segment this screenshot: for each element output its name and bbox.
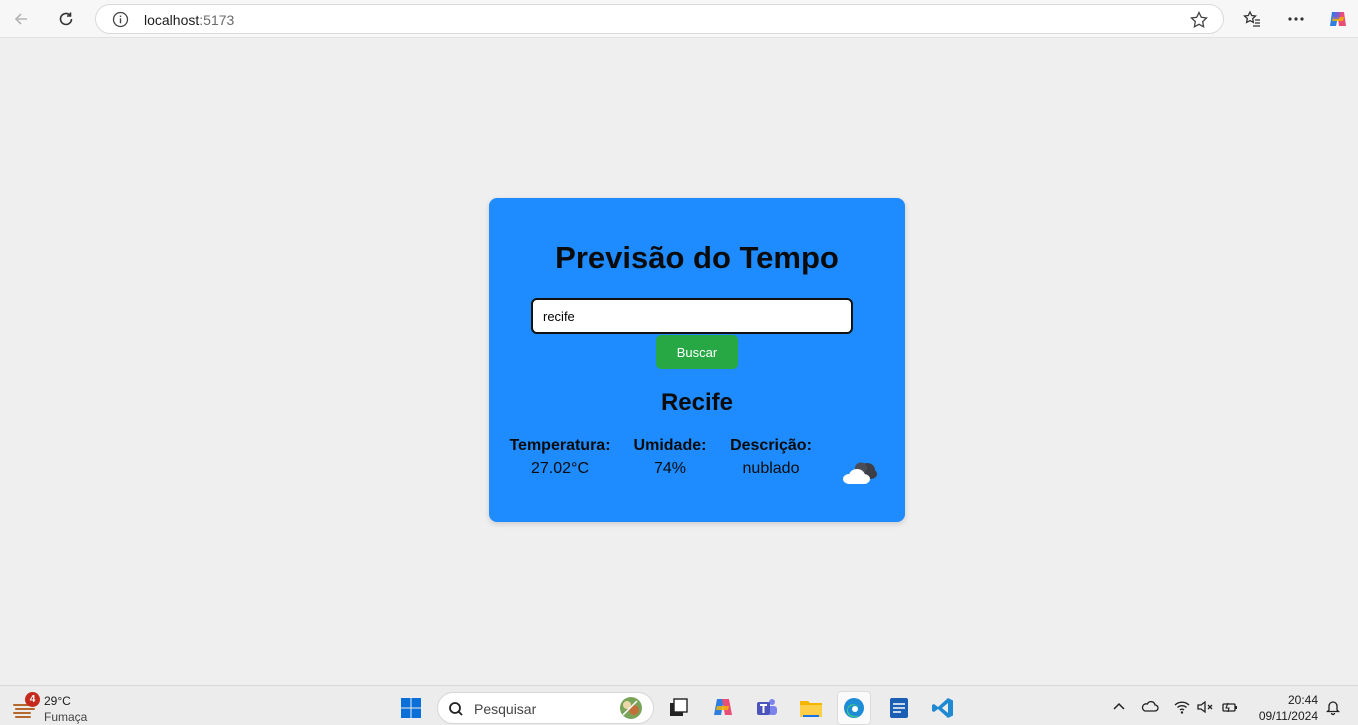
url-text: localhost:5173	[144, 12, 234, 28]
notepad-button[interactable]	[882, 691, 916, 725]
battery-icon[interactable]	[1221, 698, 1239, 716]
arrow-left-icon	[14, 13, 27, 25]
favorites-button[interactable]	[1238, 5, 1266, 33]
reload-icon	[59, 12, 73, 26]
notepad-icon	[890, 698, 908, 718]
clock-time: 20:44	[1287, 693, 1318, 707]
search-placeholder: Pesquisar	[474, 701, 537, 717]
notification-bell-icon[interactable]	[1324, 698, 1342, 716]
humidity-stat: Umidade: 74%	[629, 437, 711, 478]
url-port: :5173	[199, 12, 235, 28]
start-button[interactable]	[394, 691, 428, 725]
favorite-star-icon[interactable]	[1189, 10, 1209, 30]
weather-desc: Fumaça	[44, 710, 88, 724]
humidity-label: Umidade:	[633, 437, 707, 454]
city-search-input[interactable]	[531, 298, 853, 334]
info-icon[interactable]	[112, 11, 129, 28]
task-view-icon	[670, 698, 688, 716]
address-bar[interactable]: localhost:5173	[95, 4, 1224, 34]
page-viewport: Previsão do Tempo Buscar Recife Temperat…	[0, 39, 1358, 683]
description-label: Descrição:	[730, 437, 812, 454]
description-value: nublado	[742, 460, 800, 477]
vscode-icon	[932, 698, 953, 718]
taskbar-weather-widget[interactable]: 4 29°C Fumaça	[8, 690, 108, 724]
clock-date: 09/11/2024	[1258, 709, 1318, 723]
url-host: localhost	[144, 12, 200, 28]
chevron-up-icon[interactable]	[1110, 698, 1128, 716]
browser-toolbar: localhost:5173	[0, 0, 1358, 38]
notification-badge: 4	[25, 692, 40, 707]
cloud-icon	[843, 462, 877, 484]
wifi-icon[interactable]	[1173, 698, 1191, 716]
copilot-icon	[1330, 12, 1346, 26]
taskbar-search[interactable]: Pesquisar	[437, 692, 654, 724]
copilot-button[interactable]	[1324, 5, 1352, 33]
search-icon	[449, 702, 463, 716]
folder-icon	[800, 701, 822, 717]
temperature-label: Temperatura:	[509, 437, 611, 454]
file-explorer-button[interactable]	[794, 691, 828, 725]
teams-icon	[757, 699, 777, 715]
copilot-taskbar-button[interactable]	[706, 691, 740, 725]
copilot-icon	[714, 699, 732, 715]
taskbar: 4 29°C Fumaça Pesquisar 20:44 09/11/2024	[0, 685, 1358, 725]
temperature-value: 27.02°C	[531, 460, 589, 477]
windows-icon	[401, 698, 421, 718]
description-stat: Descrição: nublado	[724, 437, 818, 478]
city-name: Recife	[660, 389, 734, 416]
temperature-stat: Temperatura: 27.02°C	[505, 437, 615, 478]
search-button[interactable]: Buscar	[656, 335, 738, 369]
edge-icon	[844, 698, 864, 718]
more-dots-icon	[1288, 17, 1304, 21]
more-menu-button[interactable]	[1282, 5, 1310, 33]
weather-temp: 29°C	[44, 694, 71, 708]
task-view-button[interactable]	[662, 691, 696, 725]
humidity-value: 74%	[653, 460, 687, 477]
reload-button[interactable]	[52, 5, 80, 33]
back-button[interactable]	[7, 5, 35, 33]
search-highlight-icon	[620, 697, 642, 719]
vscode-button[interactable]	[926, 691, 960, 725]
taskbar-clock[interactable]: 20:44 09/11/2024	[1259, 692, 1318, 724]
onedrive-cloud-icon[interactable]	[1141, 698, 1159, 716]
app-title: Previsão do Tempo	[555, 240, 839, 275]
favorites-list-icon	[1243, 10, 1260, 27]
volume-muted-icon[interactable]	[1196, 698, 1214, 716]
weather-card: Previsão do Tempo Buscar Recife Temperat…	[489, 198, 905, 522]
teams-button[interactable]	[750, 691, 784, 725]
edge-button[interactable]	[837, 691, 871, 725]
